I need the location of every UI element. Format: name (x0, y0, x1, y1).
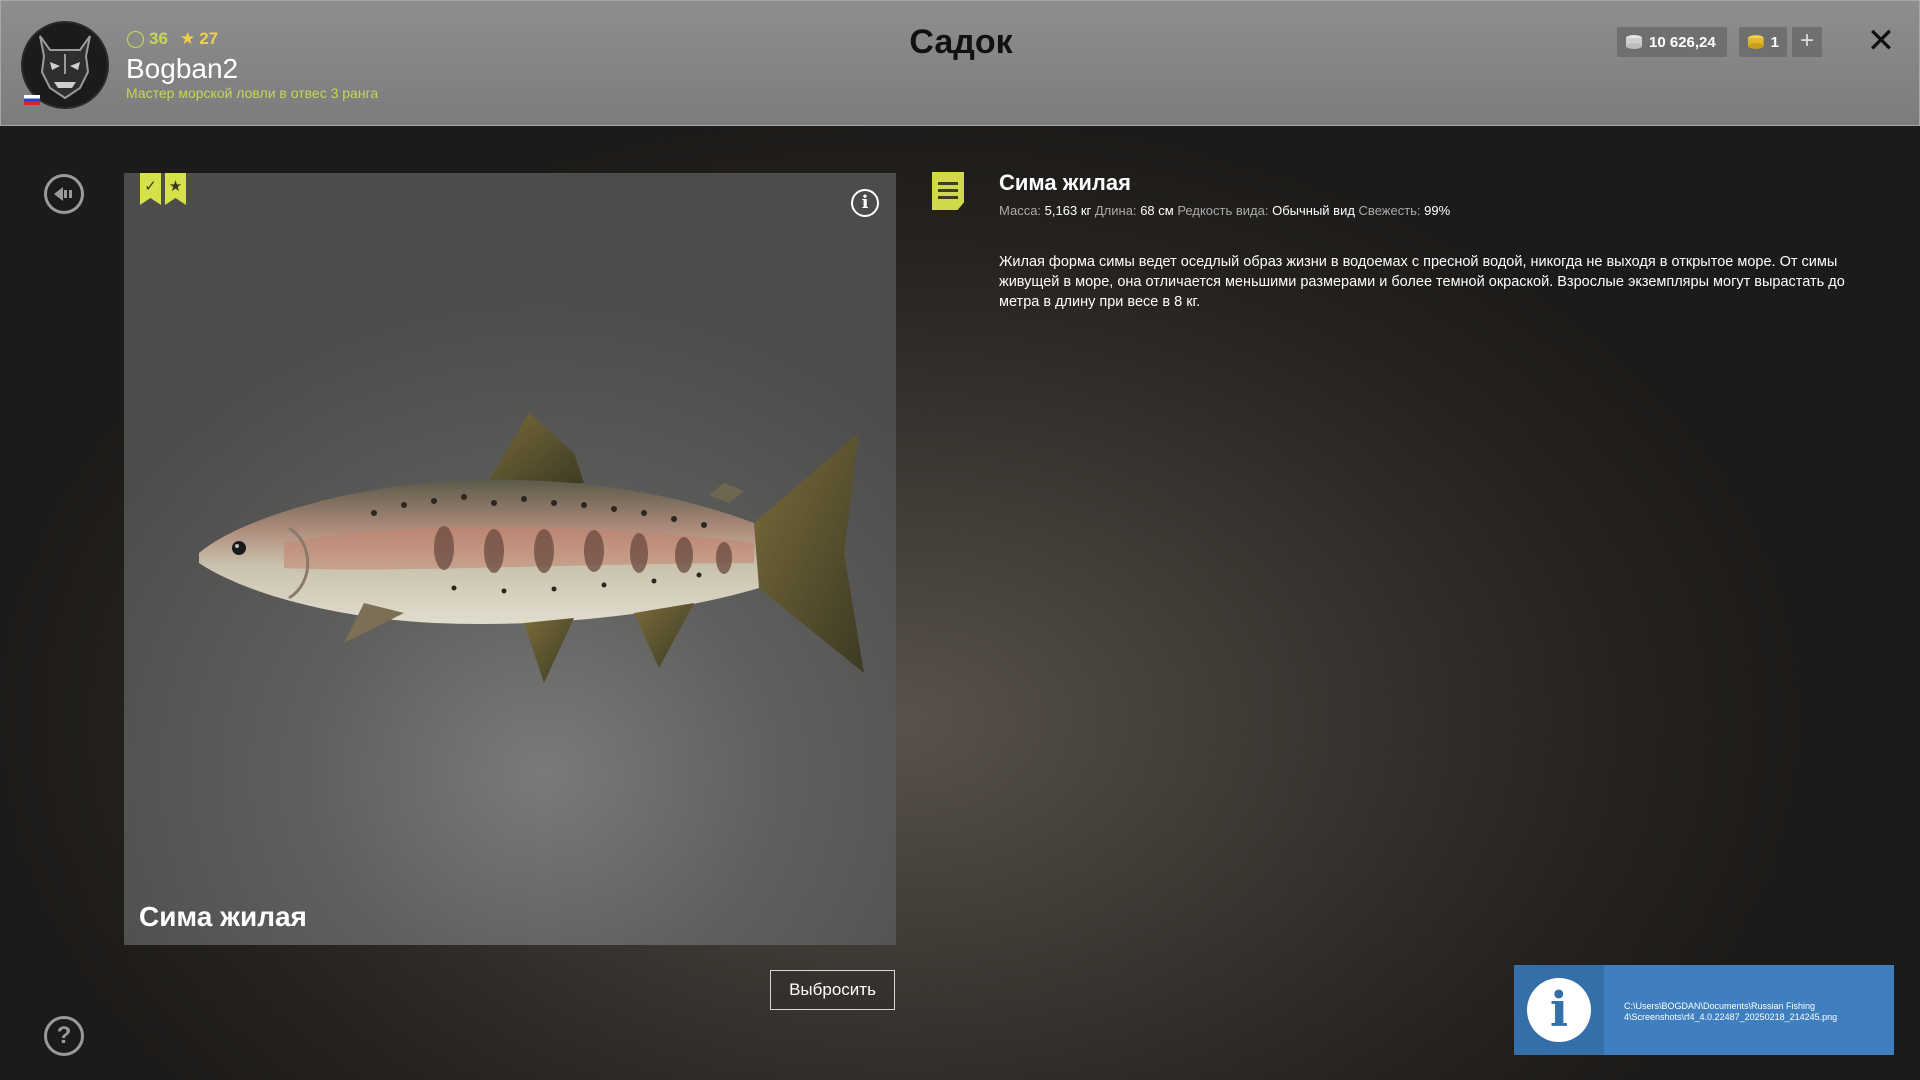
fish-name-caption: Сима жилая (139, 901, 307, 932)
check-bookmark-icon: ✓ (140, 173, 161, 205)
silver-coins-icon (1626, 35, 1642, 49)
rarity-value: Обычный вид (1272, 203, 1355, 218)
rarity-label: Редкость вида: (1177, 203, 1269, 218)
top-bar: ◯ 36 ★ 27 Bogban2 Мастер морской ловли в… (0, 0, 1920, 126)
fish-description: Жилая форма симы ведет оседлый образ жиз… (999, 254, 1845, 310)
fish-preview-panel: ✓ ★ i Сима жилая (124, 173, 896, 945)
add-gold-button[interactable]: + (1792, 27, 1822, 57)
back-button[interactable] (44, 174, 84, 214)
freshness-label: Свежесть: (1358, 203, 1421, 218)
russia-flag-icon (24, 95, 40, 105)
length-label: Длина: (1094, 203, 1137, 218)
star-bookmark-icon: ★ (165, 173, 186, 205)
silver-value: 10 626,24 (1649, 33, 1716, 51)
gold-value: 1 (1770, 33, 1779, 51)
help-button[interactable]: ? (44, 1016, 84, 1056)
info-button[interactable]: i (851, 189, 879, 217)
mass-value: 5,163 кг (1044, 203, 1092, 218)
mass-label: Масса: (999, 203, 1042, 218)
info-icon: i (1527, 978, 1591, 1042)
gold-coins-icon (1747, 35, 1764, 49)
fish-title: Сима жилая (999, 170, 1131, 195)
screenshot-notification[interactable]: i C:\Users\BOGDAN\Documents\Russian Fish… (1514, 965, 1894, 1055)
back-arrow-icon (54, 187, 72, 201)
notification-icon-box: i (1514, 965, 1604, 1055)
document-icon (932, 172, 964, 210)
gold-balance: 1 (1739, 27, 1787, 57)
fish-image (199, 413, 864, 683)
notification-text: C:\Users\BOGDAN\Documents\Russian Fishin… (1624, 1001, 1838, 1022)
freshness-value: 99% (1424, 203, 1451, 218)
fish-badges: ✓ ★ (140, 173, 186, 205)
discard-button[interactable]: Выбросить (770, 970, 895, 1010)
length-value: 68 см (1140, 203, 1174, 218)
silver-balance: 10 626,24 (1617, 27, 1727, 57)
fish-attributes: Масса: 5,163 кг Длина: 68 см Редкость ви… (999, 203, 1450, 218)
player-rank: Мастер морской ловли в отвес 3 ранга (126, 85, 379, 101)
close-button[interactable]: ✕ (1863, 23, 1899, 59)
